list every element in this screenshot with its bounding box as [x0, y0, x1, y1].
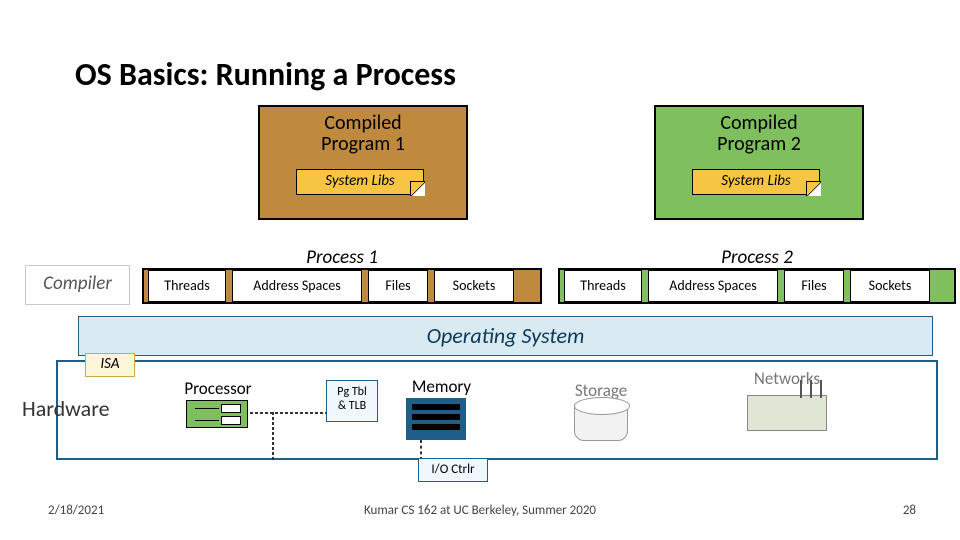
proc1-files: Files	[368, 270, 428, 302]
storage-icon	[574, 405, 628, 441]
memory-block: Memory	[384, 376, 499, 397]
proc1-threads: Threads	[148, 270, 226, 302]
proc1-address-spaces: Address Spaces	[232, 270, 362, 302]
storage-block: Storage	[556, 380, 646, 441]
networks-label: Networks	[712, 368, 862, 389]
compiled-program-2: CompiledProgram 2 System Libs	[654, 105, 864, 220]
process-1-row: Process 1 Threads Address Spaces Files S…	[142, 268, 542, 304]
memory-label: Memory	[384, 376, 499, 397]
proc2-threads: Threads	[564, 270, 642, 302]
hardware-label: Hardware	[22, 395, 110, 422]
network-card-icon	[747, 395, 827, 431]
dashed-down-2	[420, 440, 422, 460]
slide-title: OS Basics: Running a Process	[75, 55, 456, 94]
proc1-sockets: Sockets	[434, 270, 514, 302]
process-2-row: Process 2 Threads Address Spaces Files S…	[558, 268, 956, 304]
proc2-address-spaces: Address Spaces	[648, 270, 778, 302]
process-2-label: Process 2	[560, 246, 954, 269]
processor-label: Processor	[158, 378, 278, 399]
system-libs-2: System Libs	[692, 169, 820, 195]
compiler-box: Compiler	[25, 265, 130, 305]
operating-system-band: Operating System	[78, 316, 933, 356]
isa-box: ISA	[85, 353, 135, 377]
networks-block: Networks	[712, 368, 862, 431]
processor-block: Processor	[158, 378, 278, 428]
footer-center: Kumar CS 162 at UC Berkeley, Summer 2020	[0, 503, 960, 518]
proc2-files: Files	[784, 270, 844, 302]
program1-label: CompiledProgram 1	[260, 113, 466, 155]
footer-page: 28	[903, 503, 916, 518]
process-1-label: Process 1	[144, 246, 540, 269]
proc2-sockets: Sockets	[850, 270, 930, 302]
cpu-icon	[186, 400, 248, 428]
io-controller: I/O Ctrlr	[418, 458, 488, 482]
pgtbl-label: Pg Tbl& TLB	[326, 380, 378, 422]
system-libs-1: System Libs	[296, 169, 424, 195]
program2-label: CompiledProgram 2	[656, 113, 862, 155]
memory-icon	[406, 398, 466, 440]
page-table-tlb: Pg Tbl& TLB	[326, 380, 378, 422]
compiled-program-1: CompiledProgram 1 System Libs	[258, 105, 468, 220]
